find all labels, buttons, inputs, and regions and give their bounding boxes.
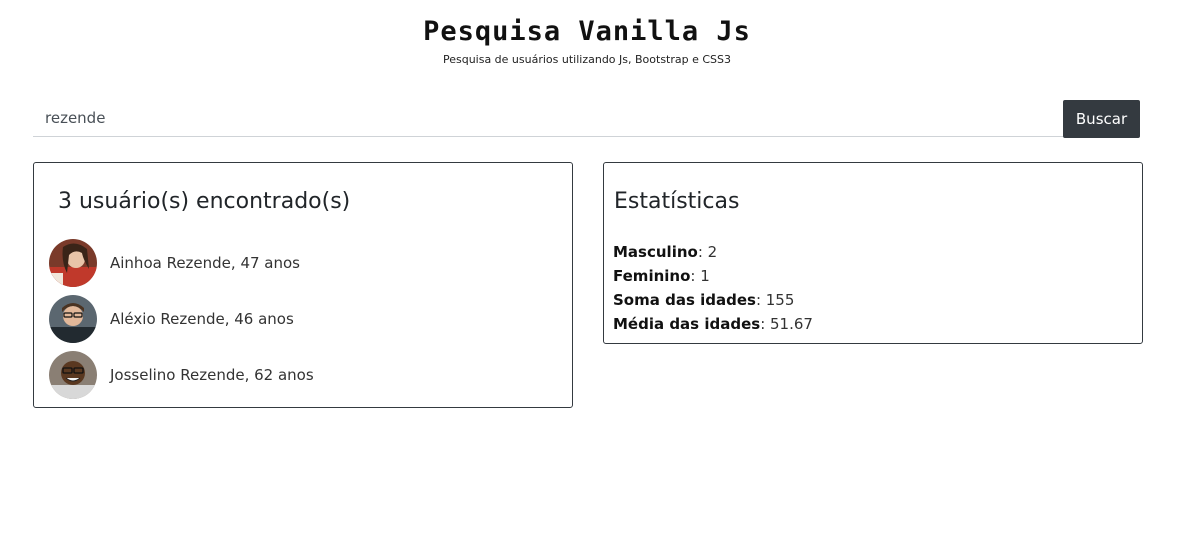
statistics-card: Estatísticas Masculino: 2 Feminino: 1 So… [603,162,1143,344]
stat-label: Masculino [613,243,698,261]
user-list: Ainhoa Rezende, 47 anos Aléxio Rezende, … [49,239,314,407]
stat-age-average: Média das idades: 51.67 [613,315,813,333]
user-list-item: Josselino Rezende, 62 anos [49,351,314,399]
user-avatar [49,295,97,343]
statistics-list: Masculino: 2 Feminino: 1 Soma das idades… [613,240,813,336]
stat-value: 155 [765,291,795,309]
stat-value: 51.67 [770,315,813,333]
stat-label: Média das idades [613,315,761,333]
page: Pesquisa Vanilla Js Pesquisa de usuários… [0,0,1188,536]
users-results-card: 3 usuário(s) encontrado(s) Ainhoa Rezend… [33,162,573,408]
search-button[interactable]: Buscar [1063,100,1140,138]
stat-female-count: Feminino: 1 [613,267,710,285]
user-avatar [49,239,97,287]
results-count-heading: 3 usuário(s) encontrado(s) [58,189,351,214]
search-input[interactable] [33,100,1063,137]
statistics-heading: Estatísticas [614,189,740,214]
user-name-age: Josselino Rezende, 62 anos [110,366,314,384]
page-subtitle: Pesquisa de usuários utilizando Js, Boot… [442,53,732,66]
stat-value: 2 [707,243,718,261]
user-avatar [49,351,97,399]
stat-label: Feminino [613,267,691,285]
page-title: Pesquisa Vanilla Js [423,16,751,47]
user-list-item: Ainhoa Rezende, 47 anos [49,239,314,287]
user-list-item: Aléxio Rezende, 46 anos [49,295,314,343]
user-name-age: Aléxio Rezende, 46 anos [110,310,294,328]
stat-label: Soma das idades [613,291,756,309]
user-name-age: Ainhoa Rezende, 47 anos [110,254,300,272]
stat-age-sum: Soma das idades: 155 [613,291,795,309]
stat-value: 1 [700,267,710,285]
stat-male-count: Masculino: 2 [613,243,718,261]
header: Pesquisa Vanilla Js Pesquisa de usuários… [0,14,1174,67]
search-bar: Buscar [33,100,1140,138]
